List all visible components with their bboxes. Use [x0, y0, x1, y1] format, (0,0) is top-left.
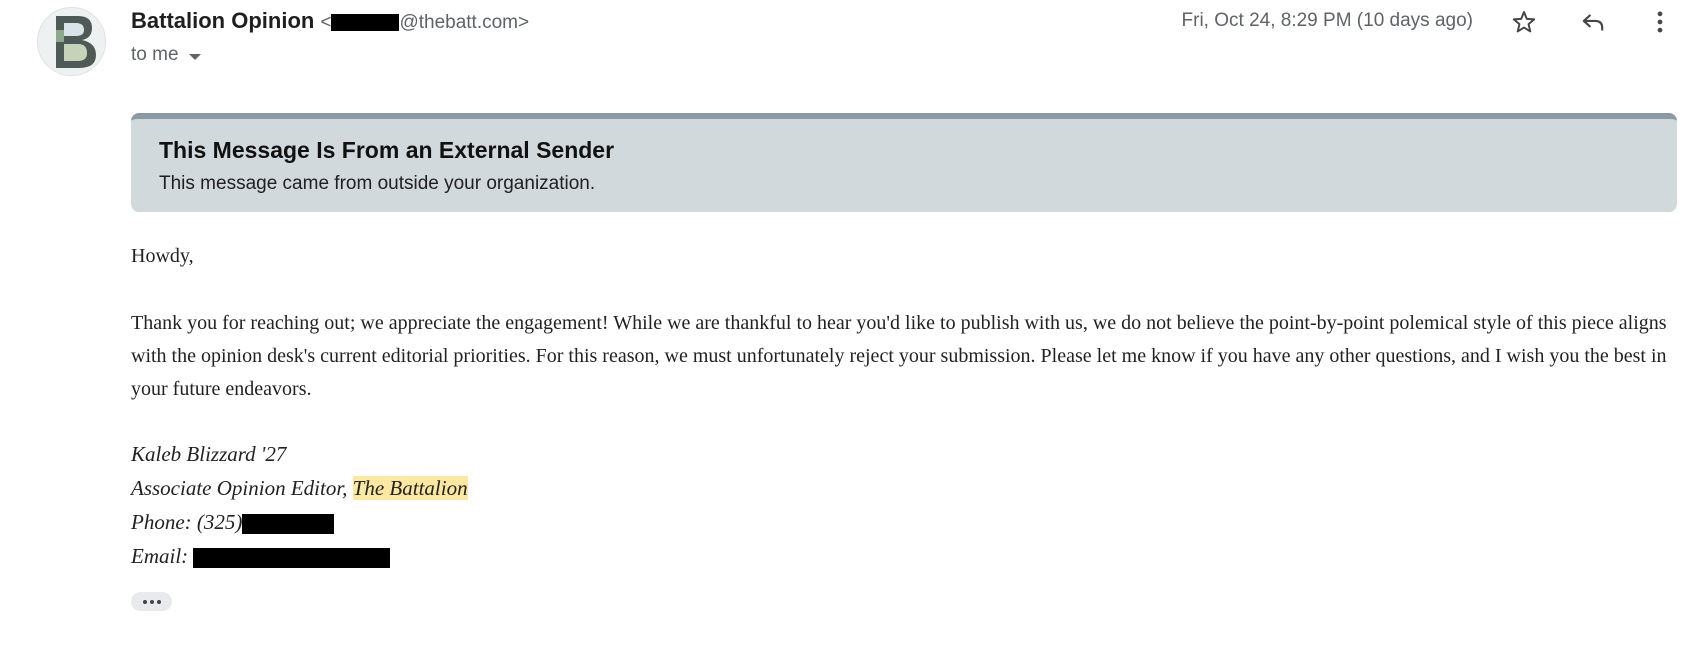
- dot-icon: [142, 599, 147, 604]
- redaction-block: [331, 14, 400, 32]
- publication-name: The Battalion: [352, 476, 468, 500]
- sender-line: Battalion Opinion < @thebatt.com>: [131, 8, 529, 34]
- battalion-logo-icon: [38, 8, 105, 75]
- avatar[interactable]: [37, 7, 106, 76]
- sender-name[interactable]: Battalion Opinion: [131, 8, 314, 33]
- sender-email-open: <: [320, 12, 332, 33]
- reply-button[interactable]: [1575, 4, 1611, 40]
- sender-email[interactable]: < @thebatt.com>: [320, 12, 529, 33]
- redaction-block: [242, 514, 335, 535]
- caret-down-icon[interactable]: [188, 53, 201, 60]
- more-vert-icon: [1657, 11, 1663, 33]
- message-date: Fri, Oct 24, 8:29 PM (10 days ago): [1181, 10, 1473, 31]
- banner-text: This message came from outside your orga…: [159, 173, 596, 194]
- signature-title-prefix: Associate Opinion Editor,: [131, 476, 353, 500]
- star-button[interactable]: [1506, 4, 1542, 40]
- signature-phone: Phone: (325): [131, 505, 335, 539]
- signature-name: Kaleb Blizzard '27: [131, 442, 287, 466]
- dot-icon: [149, 599, 154, 604]
- signature-email: Email:: [131, 539, 391, 573]
- body-paragraph: Thank you for reaching out; we appreciat…: [131, 312, 1667, 400]
- email-label: Email:: [131, 544, 194, 568]
- dot-icon: [156, 599, 161, 604]
- banner-title: This Message Is From an External Sender: [159, 137, 615, 163]
- phone-label: Phone: (325): [131, 510, 243, 534]
- recipient-label: to me: [131, 44, 179, 65]
- recipient-toggle[interactable]: to me: [131, 44, 201, 66]
- more-options-button[interactable]: [1642, 4, 1678, 40]
- greeting: Howdy,: [131, 245, 194, 267]
- sender-email-domain: @thebatt.com>: [399, 12, 530, 33]
- star-icon: [1512, 11, 1536, 33]
- redaction-block[interactable]: [193, 548, 391, 569]
- signature-title: Associate Opinion Editor, The Battalion: [131, 471, 468, 505]
- reply-icon: [1582, 14, 1604, 31]
- external-sender-banner: This Message Is From an External Sender …: [131, 113, 1677, 212]
- show-trimmed-content-button[interactable]: [131, 592, 172, 611]
